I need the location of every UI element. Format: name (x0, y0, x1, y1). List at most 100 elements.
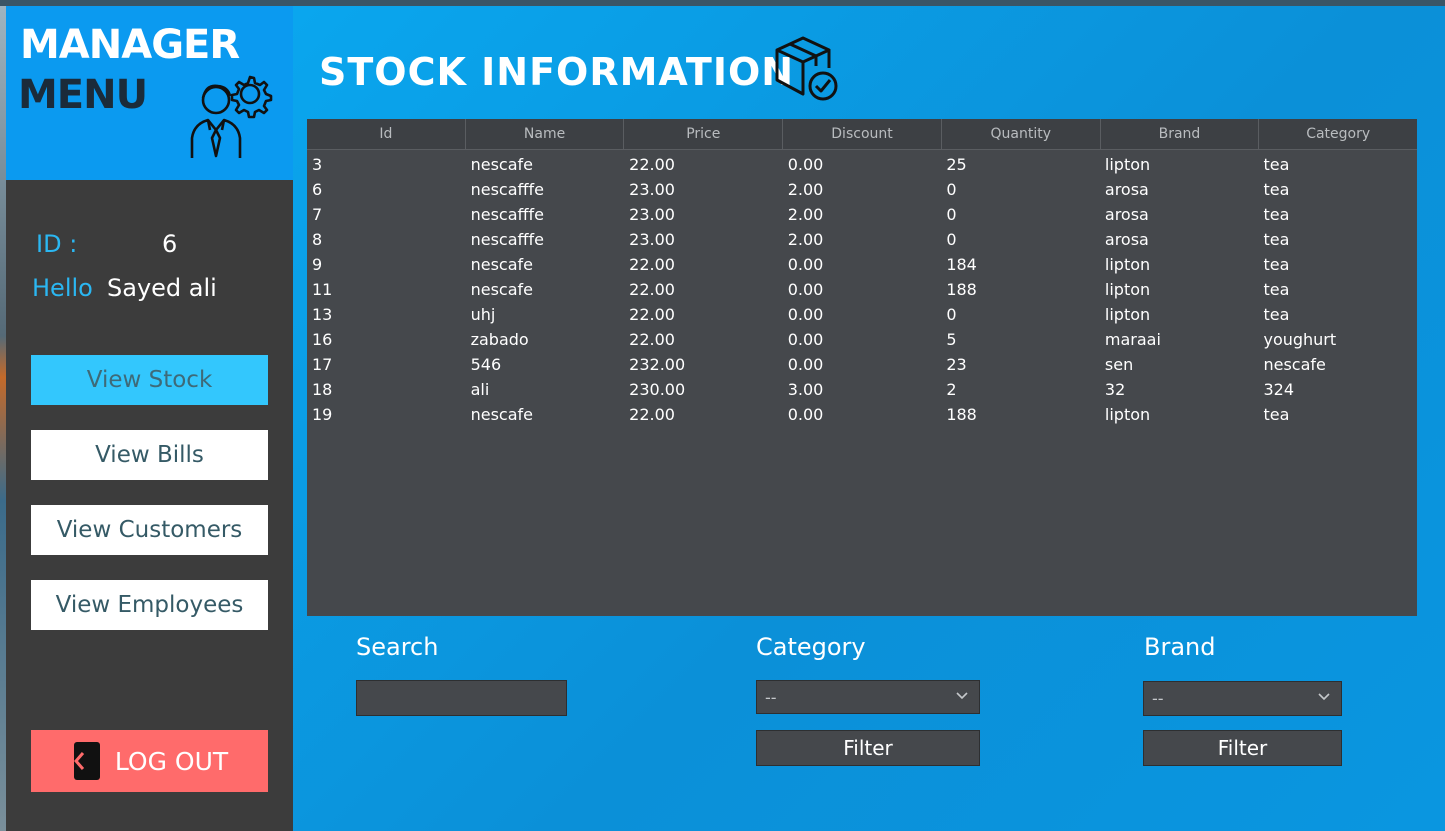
column-header[interactable]: Name (466, 119, 625, 149)
table-row[interactable]: 11 nescafe 22.00 0.00 188 lipton tea (307, 277, 1417, 302)
table-cell: nescafffe (470, 180, 544, 199)
logout-icon (73, 742, 100, 780)
table-cell: 2.00 (787, 230, 824, 249)
table-cell: 22.00 (629, 280, 675, 299)
table-cell: 17 (312, 355, 333, 374)
table-cell: 0.00 (787, 305, 824, 324)
brand-filter-button[interactable]: Filter (1143, 730, 1342, 766)
column-header[interactable]: Brand (1101, 119, 1260, 149)
category-select[interactable]: -- (756, 680, 980, 714)
table-cell: 19 (312, 405, 333, 424)
table-row[interactable]: 7 nescafffe 23.00 2.00 0 arosa tea (307, 202, 1417, 227)
table-cell: nescafe (470, 255, 533, 274)
table-cell: 11 (312, 280, 333, 299)
column-header[interactable]: Category (1259, 119, 1417, 149)
table-cell: 8 (312, 230, 323, 249)
table-cell: 22.00 (629, 305, 675, 324)
table-cell: 2.00 (787, 205, 824, 224)
table-row[interactable]: 17 546 232.00 0.00 23 sen nescafe (307, 352, 1417, 377)
view-employees-button[interactable]: View Employees (31, 580, 268, 630)
table-cell: 324 (1263, 380, 1295, 399)
stock-table[interactable]: Id Name Price Discount Quantity Brand Category… (307, 119, 1417, 616)
table-cell: 0.00 (787, 280, 824, 299)
table-cell: 0.00 (787, 355, 824, 374)
table-cell: uhj (470, 305, 496, 324)
table-cell: 3 (312, 155, 323, 174)
table-cell: arosa (1104, 180, 1149, 199)
table-cell: 0 (946, 305, 957, 324)
user-name: Sayed ali (107, 274, 217, 302)
table-cell: lipton (1104, 255, 1151, 274)
column-header[interactable]: Price (624, 119, 784, 149)
search-input[interactable] (356, 680, 567, 716)
table-cell: nescafe (470, 405, 533, 424)
brand-header: MANAGER MENU (6, 6, 293, 180)
logout-label: LOG OUT (114, 746, 229, 776)
table-cell: lipton (1104, 405, 1151, 424)
table-cell: lipton (1104, 155, 1151, 174)
table-cell: 0 (946, 205, 957, 224)
table-cell: tea (1263, 230, 1290, 249)
page-title: STOCK INFORMATION (319, 50, 795, 94)
view-stock-button[interactable]: View Stock (31, 355, 268, 405)
table-cell: 232.00 (629, 355, 686, 374)
table-cell: 7 (312, 205, 323, 224)
category-label: Category (756, 633, 866, 661)
table-cell: tea (1263, 255, 1290, 274)
chevron-down-icon (956, 692, 968, 700)
table-cell: 23.00 (629, 205, 675, 224)
table-row[interactable]: 9 nescafe 22.00 0.00 184 lipton tea (307, 252, 1417, 277)
table-cell: 0.00 (787, 405, 824, 424)
table-row[interactable]: 6 nescafffe 23.00 2.00 0 arosa tea (307, 177, 1417, 202)
table-cell: nescafe (470, 280, 533, 299)
table-cell: 9 (312, 255, 323, 274)
table-cell: 22.00 (629, 330, 675, 349)
user-id-value: 6 (162, 230, 178, 258)
manager-gear-icon (190, 75, 273, 158)
table-row[interactable]: 19 nescafe 22.00 0.00 188 lipton tea (307, 402, 1417, 427)
table-cell: 3.00 (787, 380, 824, 399)
sidebar: MANAGER MENU ID : 6 Hello Sayed ali View… (6, 6, 293, 831)
table-cell: nescafe (470, 155, 533, 174)
table-cell: 6 (312, 180, 323, 199)
view-bills-button[interactable]: View Bills (31, 430, 268, 480)
column-header[interactable]: Id (307, 119, 466, 149)
table-cell: 5 (946, 330, 957, 349)
search-label: Search (356, 633, 439, 661)
table-cell: 23 (946, 355, 967, 374)
column-header[interactable]: Discount (783, 119, 942, 149)
table-row[interactable]: 8 nescafffe 23.00 2.00 0 arosa tea (307, 227, 1417, 252)
table-cell: 23.00 (629, 180, 675, 199)
table-cell: 188 (946, 405, 977, 424)
table-cell: tea (1263, 155, 1290, 174)
table-cell: tea (1263, 280, 1290, 299)
brand-title-line1: MANAGER (20, 22, 240, 68)
table-cell: lipton (1104, 280, 1151, 299)
table-row[interactable]: 16 zabado 22.00 0.00 5 maraai youghurt (307, 327, 1417, 352)
table-row[interactable]: 13 uhj 22.00 0.00 0 lipton tea (307, 302, 1417, 327)
table-cell: sen (1104, 355, 1134, 374)
table-cell: nescafe (1263, 355, 1326, 374)
table-cell: 0.00 (787, 255, 824, 274)
table-cell: 22.00 (629, 405, 675, 424)
table-cell: arosa (1104, 230, 1149, 249)
table-cell: nescafffe (470, 205, 544, 224)
brand-selected-value: -- (1152, 689, 1164, 708)
table-body: 3 nescafe 22.00 0.00 25 lipton tea 6 nescafffe 23… (307, 150, 1417, 427)
view-customers-button[interactable]: View Customers (31, 505, 268, 555)
category-filter-button[interactable]: Filter (756, 730, 980, 766)
brand-label: Brand (1144, 633, 1216, 661)
table-cell: 0.00 (787, 155, 824, 174)
table-cell: 25 (946, 155, 967, 174)
table-cell: 188 (946, 280, 977, 299)
table-cell: 22.00 (629, 155, 675, 174)
table-row[interactable]: 3 nescafe 22.00 0.00 25 lipton tea (307, 152, 1417, 177)
table-cell: youghurt (1263, 330, 1337, 349)
table-cell: 18 (312, 380, 333, 399)
table-cell: ali (470, 380, 490, 399)
table-row[interactable]: 18 ali 230.00 3.00 2 32 324 (307, 377, 1417, 402)
brand-select[interactable]: -- (1143, 681, 1342, 716)
logout-button[interactable]: LOG OUT (31, 730, 268, 792)
column-header[interactable]: Quantity (942, 119, 1101, 149)
table-cell: 230.00 (629, 380, 686, 399)
